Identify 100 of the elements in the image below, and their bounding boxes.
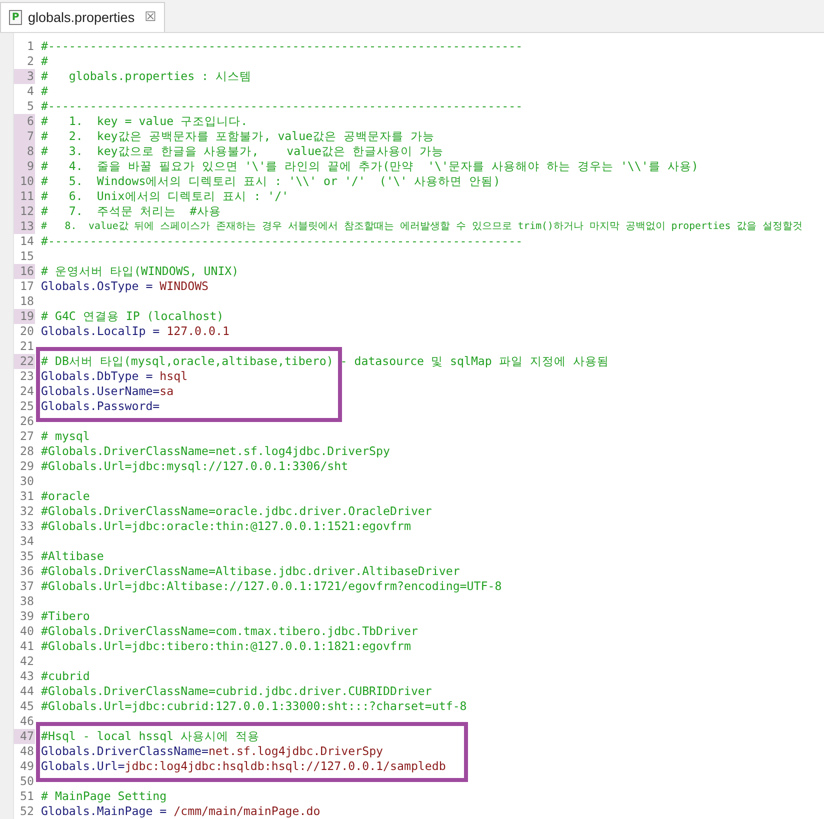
line-number: 41 — [19, 639, 35, 654]
comment-text: #Altibase — [41, 549, 104, 564]
line-number: 30 — [19, 474, 35, 489]
comment-text: # 8. value값 뒤에 스페이스가 존재하는 경우 서블릿에서 참조할때는 에러발생할 수 있으므로 trim()하거나 마지막 공백없이 properties 값을 설정할것 — [41, 220, 803, 234]
comment-text: #Globals.DriverClassName=oracle.jdbc.driver.OracleDriver — [41, 504, 432, 519]
comment-text: #Globals.DriverClassName=net.sf.log4jdbc.DriverSpy — [41, 444, 390, 459]
line-number: 36 — [19, 564, 35, 579]
line-number: 12 — [14, 204, 35, 219]
comment-text: #-------------------------------------------------------------------- — [41, 39, 523, 54]
comment-text: #Globals.Url=jdbc:cubrid:127.0.0.1:33000:sht:::?charset=utf-8 — [41, 699, 467, 714]
line-number: 28 — [19, 444, 35, 459]
line-number: 26 — [19, 414, 35, 429]
comment-text: # G4C 연결용 IP (localhost) — [41, 309, 224, 324]
close-button[interactable]: ☒ — [144, 10, 156, 25]
comment-text: #Globals.DriverClassName=Altibase.jdbc.driver.AltibaseDriver — [41, 564, 460, 579]
property-key: Globals.OsType = — [41, 279, 160, 294]
line-number: 8 — [14, 144, 35, 159]
line-number: 1 — [26, 39, 35, 54]
line-number: 35 — [19, 549, 35, 564]
property-key: Globals.UserName= — [41, 384, 160, 399]
line-number: 39 — [19, 609, 35, 624]
comment-text: # — [41, 54, 48, 69]
line-number: 47 — [14, 729, 35, 744]
comment-text: #Globals.Url=jdbc:oracle:thin:@127.0.0.1:1521:egovfrm — [41, 519, 411, 534]
property-value: net.sf.log4jdbc.DriverSpy — [208, 744, 384, 759]
property-value: WINDOWS — [160, 279, 209, 294]
comment-text: # 2. key값은 공백문자를 포함불가, value값은 공백문자를 가능 — [41, 129, 435, 144]
comment-text: # 3. key값으로 한글을 사용불가, value값은 한글사용이 가능 — [41, 144, 444, 159]
comment-text: # 7. 주석문 처리는 #사용 — [41, 204, 221, 219]
comment-text: #Globals.DriverClassName=com.tmax.tibero.jdbc.TbDriver — [41, 624, 418, 639]
property-key: Globals.Password= — [41, 399, 160, 414]
line-number: 44 — [19, 684, 35, 699]
line-number: 13 — [14, 219, 35, 234]
comment-text: # DB서버 타입(mysql,oracle,altibase,tibero) - datasource 및 sqlMap 파일 지정에 사용됨 — [41, 354, 609, 369]
line-number: 2 — [26, 54, 35, 69]
line-number: 48 — [19, 744, 35, 759]
comment-text: # 운영서버 타입(WINDOWS, UNIX) — [41, 264, 239, 279]
line-number: 49 — [19, 759, 35, 774]
line-number: 38 — [19, 594, 35, 609]
line-number: 14 — [19, 234, 35, 249]
property-value: jdbc:log4jdbc:hsqldb:hsql://127.0.0.1/sampledb — [124, 759, 446, 774]
line-number: 6 — [14, 114, 35, 129]
comment-text: # 5. Windows에서의 디렉토리 표시 : '\\' or '/' ('\' 사용하면 안됨) — [41, 174, 500, 189]
property-value: /cmm/main/mainPage.do — [174, 804, 320, 819]
line-number: 52 — [19, 804, 35, 819]
line-number: 32 — [19, 504, 35, 519]
line-number: 17 — [19, 279, 35, 294]
line-number: 4 — [26, 84, 35, 99]
line-number: 24 — [19, 384, 35, 399]
property-key: Globals.DriverClassName= — [41, 744, 209, 759]
line-number: 5 — [26, 99, 35, 114]
comment-text: # mysql — [41, 429, 90, 444]
line-number: 37 — [19, 579, 35, 594]
property-value: 127.0.0.1 — [166, 324, 230, 339]
line-number: 50 — [19, 774, 35, 789]
line-number: 29 — [19, 459, 35, 474]
line-number: 10 — [14, 174, 35, 189]
line-number: 33 — [19, 519, 35, 534]
line-number: 3 — [14, 69, 35, 84]
property-key: Globals.MainPage = — [41, 804, 174, 819]
line-number: 42 — [19, 654, 35, 669]
line-number: 21 — [19, 339, 35, 354]
comment-text: #Globals.Url=jdbc:mysql://127.0.0.1:3306/sht — [41, 459, 348, 474]
property-value: sa — [160, 384, 174, 399]
comment-text: #-------------------------------------------------------------------- — [41, 234, 523, 249]
editor-tab[interactable]: P globals.properties ☒ — [0, 2, 166, 32]
comment-text: #-------------------------------------------------------------------- — [41, 99, 523, 114]
properties-file-icon: P — [9, 10, 22, 25]
line-number: 45 — [19, 699, 35, 714]
comment-text: # — [41, 84, 48, 99]
line-number: 16 — [14, 264, 35, 279]
line-number: 27 — [19, 429, 35, 444]
line-number: 22 — [14, 354, 35, 369]
line-number: 9 — [14, 159, 35, 174]
property-key: Globals.LocalIp = — [41, 324, 167, 339]
property-value: hsql — [160, 369, 188, 384]
line-number: 40 — [19, 624, 35, 639]
line-number: 43 — [19, 669, 35, 684]
property-key: Globals.Url= — [41, 759, 125, 774]
line-number: 7 — [14, 129, 35, 144]
comment-text: # 4. 줄을 바꿀 필요가 있으면 '\'를 라인의 끝에 추가(만약 '\'문자를 사용해야 하는 경우는 '\\'를 사용) — [41, 159, 698, 174]
comment-text: #Globals.Url=jdbc:tibero:thin:@127.0.0.1:1821:egovfrm — [41, 639, 411, 654]
comment-text: # globals.properties : 시스템 — [41, 69, 252, 84]
comment-text: # 1. key = value 구조입니다. — [41, 114, 248, 129]
line-number: 31 — [19, 489, 35, 504]
line-number: 20 — [19, 324, 35, 339]
line-number: 19 — [14, 309, 35, 324]
comment-text: #Tibero — [41, 609, 90, 624]
property-key: Globals.DbType = — [41, 369, 160, 384]
comment-text: #Globals.Url=jdbc:Altibase://127.0.0.1:1721/egovfrm?encoding=UTF-8 — [41, 579, 502, 594]
comment-text: #Hsql - local hssql 사용시에 적용 — [41, 729, 260, 744]
line-number: 11 — [14, 189, 35, 204]
line-number: 51 — [19, 789, 35, 804]
line-number: 23 — [19, 369, 35, 384]
line-number: 18 — [19, 294, 35, 309]
comment-text: # MainPage Setting — [41, 789, 167, 804]
comment-text: #cubrid — [41, 669, 90, 684]
comment-text: #oracle — [41, 489, 90, 504]
comment-text: # 6. Unix에서의 디렉토리 표시 : '/' — [41, 189, 289, 204]
line-number: 34 — [19, 534, 35, 549]
